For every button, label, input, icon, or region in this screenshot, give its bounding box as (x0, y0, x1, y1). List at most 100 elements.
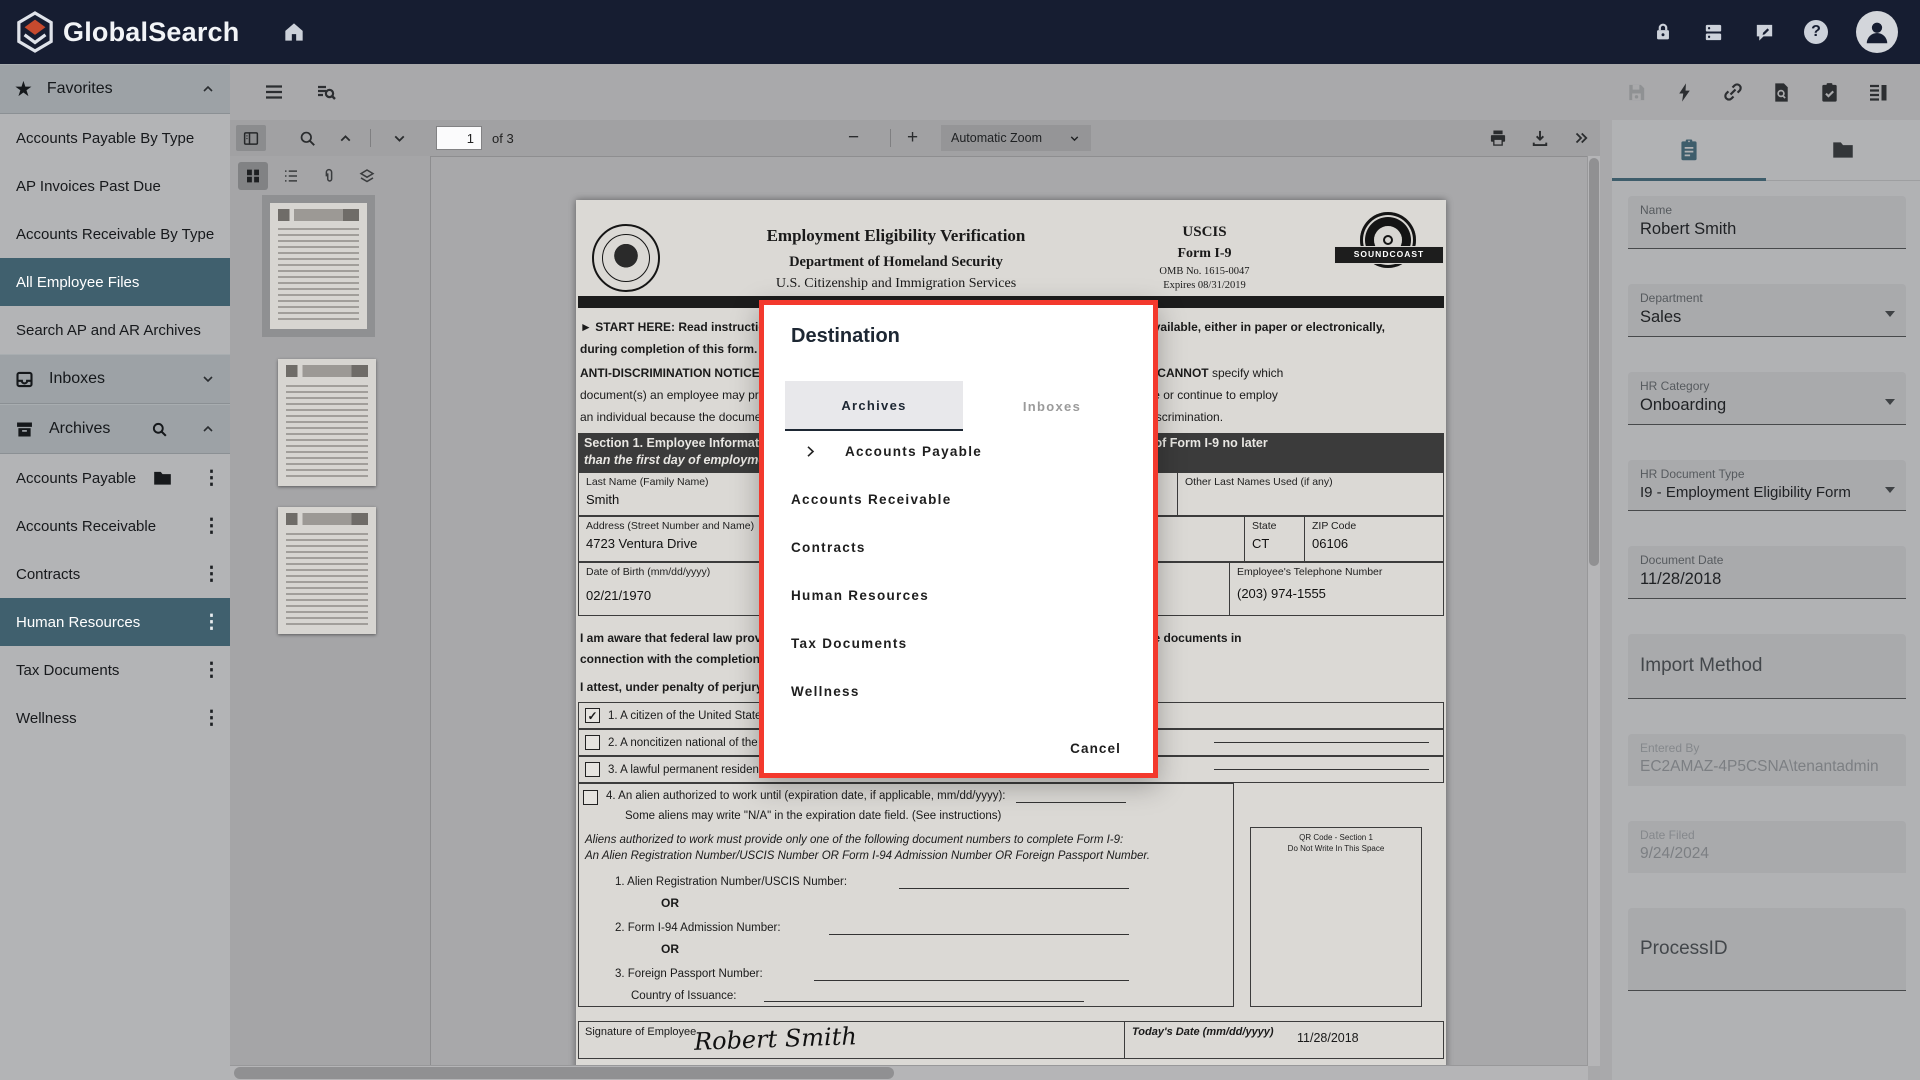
download-icon[interactable] (1530, 128, 1550, 148)
vertical-scrollbar[interactable] (1587, 156, 1600, 1066)
layers-icon[interactable] (352, 162, 382, 190)
horizontal-scrollbar[interactable] (230, 1065, 1588, 1080)
save-icon[interactable] (1625, 81, 1648, 104)
favorites-section-header[interactable]: ★ Favorites (0, 64, 230, 114)
help-icon[interactable]: ? (1804, 20, 1828, 44)
sidebar-item-label: All Employee Files (16, 274, 139, 291)
qr-label-1: QR Code - Section 1 (1251, 832, 1421, 843)
zoom-level-select[interactable]: Automatic Zoom (941, 125, 1091, 151)
sidebar-item-accounts-payable-by-type[interactable]: Accounts Payable By Type (0, 114, 230, 162)
kebab-menu-icon[interactable]: ⋮ (202, 659, 218, 682)
document-search-icon[interactable] (1770, 81, 1793, 104)
sidebar-item-label: Search AP and AR Archives (16, 322, 201, 339)
user-avatar[interactable] (1856, 11, 1898, 53)
globalsearch-logo[interactable]: GlobalSearch (0, 11, 239, 53)
destination-item-human-resources[interactable]: Human Resources (764, 571, 1153, 619)
field-name[interactable]: Name Robert Smith (1628, 196, 1906, 249)
archive-item-human-resources[interactable]: Human Resources ⋮ (0, 598, 230, 646)
notice-bold: ANTI-DISCRIMINATION NOTICE: (580, 366, 764, 380)
destination-item-label: Accounts Receivable (791, 492, 952, 507)
archives-section-header[interactable]: Archives (0, 404, 230, 454)
search-results-icon[interactable] (314, 80, 338, 104)
find-in-document-icon[interactable] (298, 129, 317, 148)
archive-item-wellness[interactable]: Wellness ⋮ (0, 694, 230, 742)
tab-inboxes[interactable]: Inboxes (963, 381, 1141, 431)
workflow-lightning-icon[interactable] (1673, 81, 1696, 104)
destination-item-contracts[interactable]: Contracts (764, 523, 1153, 571)
toggle-sidebar-icon[interactable] (236, 125, 266, 151)
sidebar-item-search-ap-and-ar-archives[interactable]: Search AP and AR Archives (0, 306, 230, 354)
destination-item-tax-documents[interactable]: Tax Documents (764, 619, 1153, 667)
chevron-down-icon[interactable] (200, 371, 216, 387)
field-department[interactable]: Department Sales (1628, 284, 1906, 337)
inbox-icon (14, 369, 35, 390)
details-panel-icon[interactable] (1866, 80, 1890, 104)
print-icon[interactable] (1488, 128, 1508, 148)
chevron-up-icon[interactable] (200, 421, 216, 437)
scrollbar-thumb[interactable] (234, 1067, 894, 1079)
kebab-menu-icon[interactable]: ⋮ (202, 467, 218, 490)
tab-folder-location[interactable] (1766, 120, 1920, 180)
dialog-title: Destination (791, 325, 900, 348)
field-process-id[interactable]: ProcessID (1628, 908, 1906, 991)
inboxes-section-header[interactable]: Inboxes (0, 354, 230, 404)
lock-icon[interactable] (1652, 21, 1674, 43)
zoom-out-icon[interactable]: − (842, 126, 864, 150)
field-hr-document-type[interactable]: HR Document Type I9 - Employment Eligibi… (1628, 460, 1906, 511)
archive-item-contracts[interactable]: Contracts ⋮ (0, 550, 230, 598)
destination-item-accounts-receivable[interactable]: Accounts Receivable (764, 475, 1153, 523)
archive-item-accounts-receivable[interactable]: Accounts Receivable ⋮ (0, 502, 230, 550)
zoom-in-icon[interactable]: + (901, 126, 923, 150)
employee-signature: Robert Smith (694, 1022, 858, 1056)
feedback-icon[interactable] (1753, 21, 1776, 44)
sidebar-item-accounts-receivable-by-type[interactable]: Accounts Receivable By Type (0, 210, 230, 258)
archive-item-tax-documents[interactable]: Tax Documents ⋮ (0, 646, 230, 694)
link-icon[interactable] (1721, 80, 1745, 104)
storage-apps-icon[interactable] (1702, 21, 1725, 44)
tab-index-fields[interactable] (1612, 120, 1766, 180)
next-page-icon[interactable] (391, 130, 408, 147)
archive-item-accounts-payable[interactable]: Accounts Payable ⋮ (0, 454, 230, 502)
sidebar-item-label: Accounts Payable By Type (16, 130, 194, 147)
field-document-date[interactable]: Document Date 11/28/2018 (1628, 546, 1906, 599)
page-thumbnail-3[interactable] (278, 507, 376, 634)
field-value: Sales (1640, 308, 1894, 327)
checkbox-icon[interactable] (583, 790, 598, 805)
checkbox-label: 1. A citizen of the United States (608, 710, 767, 722)
menu-icon[interactable] (262, 80, 286, 104)
home-icon[interactable] (281, 19, 307, 45)
toolbar-divider (370, 129, 371, 147)
previous-page-icon[interactable] (337, 130, 354, 147)
kebab-menu-icon[interactable]: ⋮ (202, 563, 218, 586)
field-label: HR Category (1640, 379, 1894, 393)
field-hr-category[interactable]: HR Category Onboarding (1628, 372, 1906, 425)
page-number-input[interactable] (436, 126, 482, 150)
checkbox-icon[interactable] (585, 735, 600, 750)
checkbox-icon[interactable] (585, 762, 600, 777)
checkbox-checked-icon[interactable]: ✓ (585, 708, 600, 723)
sidebar-item-ap-invoices-past-due[interactable]: AP Invoices Past Due (0, 162, 230, 210)
kebab-menu-icon[interactable]: ⋮ (202, 515, 218, 538)
field-import-method[interactable]: Import Method (1628, 634, 1906, 699)
page-thumbnail-1-selected[interactable] (270, 203, 367, 329)
attachments-icon[interactable] (314, 162, 344, 190)
destination-item-label: Contracts (791, 540, 866, 555)
outline-view-icon[interactable] (276, 162, 306, 190)
chevron-up-icon[interactable] (200, 81, 216, 97)
sidebar-item-all-employee-files[interactable]: All Employee Files (0, 258, 230, 306)
tasks-clipboard-check-icon[interactable] (1818, 81, 1841, 104)
tab-archives[interactable]: Archives (785, 381, 963, 431)
cancel-button[interactable]: Cancel (1064, 740, 1127, 757)
page-thumbnail-2[interactable] (278, 359, 376, 486)
scrollbar-thumb[interactable] (1589, 158, 1599, 566)
search-icon[interactable] (150, 420, 169, 439)
kebab-menu-icon[interactable]: ⋮ (202, 707, 218, 730)
more-tools-icon[interactable] (1572, 129, 1590, 147)
phone-value: (203) 974-1555 (1237, 586, 1436, 601)
destination-item-wellness[interactable]: Wellness (764, 667, 1153, 715)
destination-item-label: Accounts Payable (845, 444, 982, 459)
destination-item-accounts-payable[interactable]: Accounts Payable (764, 427, 1153, 475)
kebab-menu-icon[interactable]: ⋮ (202, 611, 218, 634)
chevron-right-icon[interactable] (803, 444, 818, 459)
thumbnails-view-icon[interactable] (238, 162, 268, 190)
